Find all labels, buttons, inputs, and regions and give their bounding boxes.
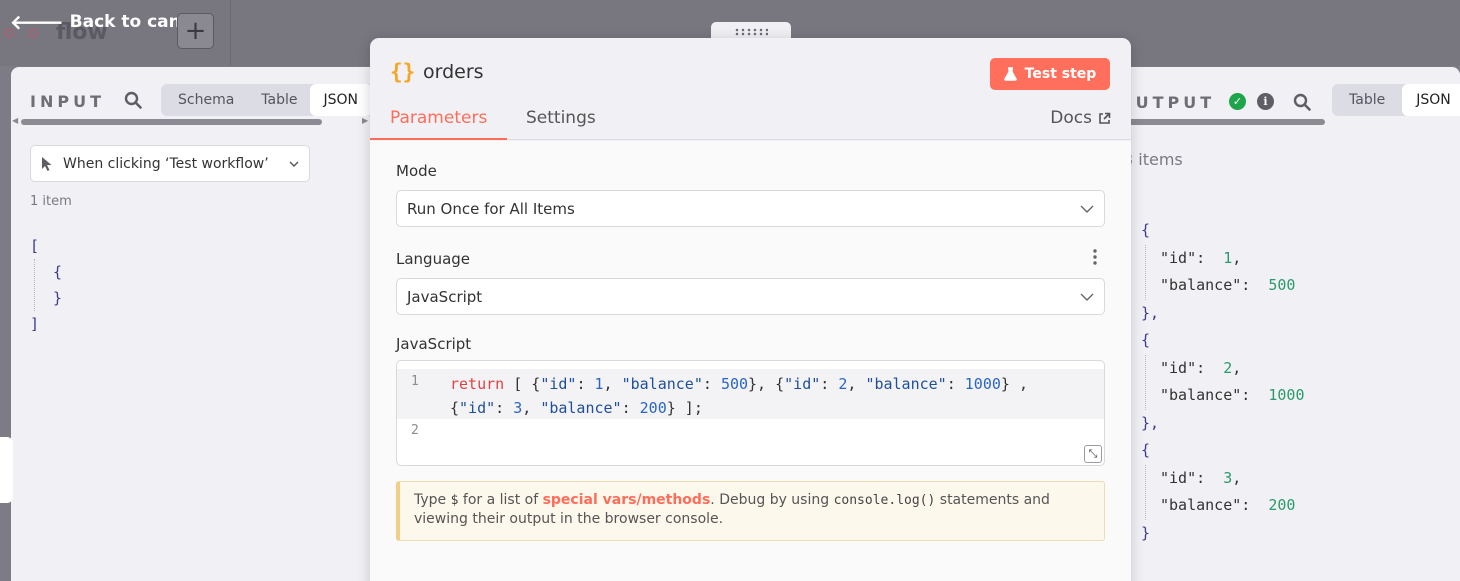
language-select-value: JavaScript [407,287,483,306]
json-brace: { [1141,221,1151,239]
json-brace: } [53,289,63,307]
language-select[interactable]: JavaScript [396,278,1105,315]
parameters-pane: Mode Run Once for All Items Language Jav… [370,141,1131,581]
arrow-left-icon: 🡐 [10,10,64,34]
json-brace: { [53,263,63,281]
cursor-icon [42,156,52,171]
input-scrollbar[interactable] [21,119,322,125]
chevron-down-icon [1080,293,1094,301]
json-bracket: ] [30,315,40,333]
search-icon[interactable] [124,91,142,109]
flask-icon [1003,67,1017,81]
json-value: 1000 [1268,386,1305,404]
input-item-count: 1 item [30,194,72,209]
scroll-left-icon[interactable]: ◀ [12,116,18,125]
input-node-select[interactable]: When clicking ‘Test workflow’ [30,145,310,182]
input-node-select-value: When clicking ‘Test workflow’ [63,155,269,172]
language-label: Language [396,250,471,268]
line-number: 2 [411,423,419,438]
output-json-view: { "id": 1, "balance": 500 }, { "id": 2, … [1141,217,1305,547]
test-step-button[interactable]: Test step [990,58,1110,90]
input-view-tabs: Schema Table JSON [161,84,383,116]
special-vars-link[interactable]: special vars/methods [543,492,711,508]
json-key: "balance" [1160,496,1242,514]
output-panel: OUTPUT ✓ i Table JSON 3 items { "id": 1,… [1118,67,1460,581]
grip-dots-icon [734,28,768,36]
left-edge-card [0,437,13,503]
json-key: "id" [1160,468,1197,487]
json-brace: } [1141,523,1151,542]
json-bracket: [ [30,237,40,255]
mode-label: Mode [396,162,437,180]
tab-json[interactable]: JSON [309,84,373,116]
json-value: 1 [1223,248,1233,267]
docs-link[interactable]: Docs [1050,108,1111,128]
code-braces-icon: {} [390,60,416,84]
output-item-count: 3 items [1123,150,1183,169]
json-object: { "id": 3, "balance": 200 } [1141,437,1305,547]
more-vertical-icon[interactable] [1091,248,1099,266]
tab-table[interactable]: Table [251,84,309,116]
json-brace: }, [1141,413,1160,432]
mode-select[interactable]: Run Once for All Items [396,190,1105,227]
output-view-tabs: Table JSON [1332,84,1460,116]
input-json-view: [ { } ] [30,233,62,337]
node-title[interactable]: orders [423,61,484,83]
line-number: 1 [411,374,419,389]
node-tabs: Parameters Settings Docs [370,102,1131,140]
code-content: return [ {"id": 1, "balance": 500}, {"id… [450,375,1028,417]
json-brace: { [1141,441,1151,459]
tab-parameters[interactable]: Parameters [390,108,487,138]
scroll-right-icon[interactable]: ▶ [362,116,368,125]
json-object: { "id": 1, "balance": 500 }, [1141,217,1305,327]
docs-link-label: Docs [1050,108,1092,128]
topbar-divider [230,0,231,66]
chevron-down-icon [1080,205,1094,213]
json-key: "id" [1160,248,1197,267]
json-brace: { [1141,331,1151,349]
output-panel-title: OUTPUT [1118,93,1216,112]
json-value: 2 [1223,358,1233,377]
node-settings-modal: {} orders Test step Parameters Settings … [370,38,1131,581]
test-step-label: Test step [1024,66,1097,82]
input-panel: INPUT Schema Table JSON ◀ ▶ When clickin… [11,67,383,581]
search-icon[interactable] [1293,93,1311,111]
json-key: "balance" [1160,276,1242,294]
code-editor[interactable]: 1 2 return [ {"id": 1, "balance": 500}, … [396,360,1105,466]
json-value: 3 [1223,468,1233,487]
mode-select-value: Run Once for All Items [407,199,575,218]
resize-editor-icon[interactable]: ⤡ [1084,445,1102,463]
tab-schema[interactable]: Schema [161,84,251,116]
active-tab-indicator [370,138,507,140]
json-key: "id" [1160,358,1197,377]
tab-json[interactable]: JSON [1402,84,1460,116]
output-scrollbar[interactable] [1118,119,1325,125]
external-link-icon [1099,112,1111,124]
json-object: { "id": 2, "balance": 1000 }, [1141,327,1305,437]
info-icon[interactable]: i [1257,93,1274,110]
code-hint-notice: Type $ for a list of special vars/method… [396,481,1105,541]
json-value: 200 [1268,496,1296,514]
tab-table[interactable]: Table [1332,84,1402,116]
code-label: JavaScript [396,335,472,353]
input-panel-title: INPUT [30,92,105,111]
add-node-button[interactable]: + [177,13,214,49]
json-brace: }, [1141,303,1160,322]
json-value: 500 [1268,276,1296,294]
success-check-icon: ✓ [1229,93,1246,110]
json-key: "balance" [1160,386,1242,404]
tab-settings[interactable]: Settings [526,108,596,138]
chevron-down-icon [289,161,299,167]
